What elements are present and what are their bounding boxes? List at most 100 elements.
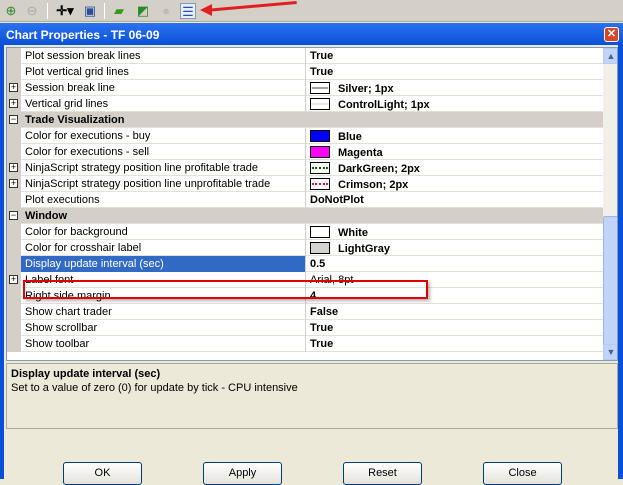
property-value-text: Blue: [338, 131, 362, 143]
expand-icon[interactable]: +: [9, 83, 18, 92]
close-button[interactable]: Close: [483, 462, 562, 485]
property-row[interactable]: Color for crosshair label LightGray: [7, 240, 603, 256]
property-value-text: True: [310, 322, 334, 334]
category-row[interactable]: − Window: [7, 208, 603, 224]
expand-icon[interactable]: +: [9, 179, 18, 188]
close-icon[interactable]: ✕: [604, 27, 619, 42]
property-name: NinjaScript strategy position line profi…: [21, 160, 306, 176]
row-gutter: [7, 304, 21, 320]
property-name: Show chart trader: [21, 304, 306, 320]
property-name: Plot session break lines: [21, 48, 306, 64]
highlight-annotation: [23, 280, 428, 299]
expand-icon[interactable]: +: [9, 99, 18, 108]
property-value-text: DarkGreen; 2px: [338, 163, 420, 175]
color-swatch-icon: [310, 98, 330, 110]
color-swatch-icon: [310, 226, 330, 238]
property-row[interactable]: Color for executions - sell Magenta: [7, 144, 603, 160]
color-swatch-icon: [310, 162, 330, 174]
property-row[interactable]: Show toolbar True: [7, 336, 603, 352]
row-gutter: −: [7, 208, 21, 224]
property-row[interactable]: + Session break line Silver; 1px: [7, 80, 603, 96]
row-gutter: [7, 144, 21, 160]
property-value[interactable]: True: [306, 48, 603, 64]
property-row[interactable]: Show scrollbar True: [7, 320, 603, 336]
dollar-icon[interactable]: ●: [158, 3, 174, 19]
reset-button[interactable]: Reset: [343, 462, 422, 485]
property-value[interactable]: Blue: [306, 128, 603, 144]
property-name: Vertical grid lines: [21, 96, 306, 112]
zoom-out-icon[interactable]: ⊖: [24, 3, 40, 19]
dialog-title: Chart Properties - TF 06-09: [0, 23, 623, 45]
toolbar-separator: [104, 3, 105, 19]
property-value[interactable]: ControlLight; 1px: [306, 96, 603, 112]
row-gutter: [7, 288, 21, 304]
row-gutter: [7, 336, 21, 352]
property-value[interactable]: True: [306, 320, 603, 336]
property-value-text: True: [310, 338, 334, 350]
row-gutter: [7, 240, 21, 256]
ok-button[interactable]: OK: [63, 462, 142, 485]
category-row[interactable]: − Trade Visualization: [7, 112, 603, 128]
property-value[interactable]: Silver; 1px: [306, 80, 603, 96]
property-row[interactable]: + NinjaScript strategy position line prof…: [7, 160, 603, 176]
property-value-text: True: [310, 66, 334, 78]
property-value[interactable]: White: [306, 224, 603, 240]
property-value[interactable]: False: [306, 304, 603, 320]
property-value[interactable]: LightGray: [306, 240, 603, 256]
property-row[interactable]: + Vertical grid lines ControlLight; 1px: [7, 96, 603, 112]
property-name: Trade Visualization: [25, 114, 125, 126]
scroll-down-icon[interactable]: ▼: [603, 344, 617, 360]
property-row[interactable]: + NinjaScript strategy position line unpr…: [7, 176, 603, 192]
property-value[interactable]: True: [306, 336, 603, 352]
apply-button[interactable]: Apply: [203, 462, 282, 485]
property-value-text: True: [310, 50, 334, 62]
property-value[interactable]: DarkGreen; 2px: [306, 160, 603, 176]
property-value-text: ControlLight; 1px: [338, 99, 430, 111]
property-row[interactable]: Color for background White: [7, 224, 603, 240]
toolbar-separator: [47, 3, 48, 19]
chart-icon[interactable]: ◩: [135, 3, 151, 19]
property-value[interactable]: Crimson; 2px: [306, 176, 603, 192]
property-value-text: 0.5: [310, 258, 326, 270]
zoom-box-icon[interactable]: ▣: [82, 3, 98, 19]
property-value-text: White: [338, 227, 368, 239]
color-swatch-icon: [310, 146, 330, 158]
property-name: Session break line: [21, 80, 306, 96]
property-row[interactable]: Display update interval (sec) 0.5: [7, 256, 603, 272]
annotation-arrow: [204, 0, 297, 12]
scrollbar[interactable]: ▲ ▼: [603, 48, 617, 360]
crosshair-icon[interactable]: ✛▾: [54, 3, 76, 19]
property-name: Display update interval (sec): [21, 256, 306, 272]
property-value[interactable]: True: [306, 64, 603, 80]
property-row[interactable]: Color for executions - buy Blue: [7, 128, 603, 144]
scrollbar-thumb[interactable]: [603, 216, 617, 346]
properties-icon[interactable]: ☰: [180, 3, 196, 19]
property-name: Color for background: [21, 224, 306, 240]
collapse-icon[interactable]: −: [9, 115, 18, 124]
property-grid: Plot session break lines True Plot vertica…: [6, 47, 618, 361]
collapse-icon[interactable]: −: [9, 211, 18, 220]
property-row[interactable]: Show chart trader False: [7, 304, 603, 320]
property-value[interactable]: 0.5: [306, 256, 603, 272]
row-gutter: +: [7, 272, 21, 288]
expand-icon[interactable]: +: [9, 163, 18, 172]
property-value-text: False: [310, 306, 339, 318]
property-name: Plot vertical grid lines: [21, 64, 306, 80]
property-row[interactable]: Plot vertical grid lines True: [7, 64, 603, 80]
description-panel: Display update interval (sec) Set to a v…: [6, 363, 618, 429]
property-name: Show toolbar: [21, 336, 306, 352]
property-value[interactable]: DoNotPlot: [306, 192, 603, 208]
property-row[interactable]: Plot executions DoNotPlot: [7, 192, 603, 208]
row-gutter: +: [7, 80, 21, 96]
scroll-up-icon[interactable]: ▲: [603, 48, 617, 64]
property-row[interactable]: Plot session break lines True: [7, 48, 603, 64]
property-value-text: Crimson; 2px: [338, 179, 409, 191]
property-value-text: LightGray: [338, 243, 390, 255]
property-value[interactable]: Magenta: [306, 144, 603, 160]
property-value-text: Magenta: [338, 147, 383, 159]
chart-properties-dialog: Chart Properties - TF 06-09 ✕ Plot sessi…: [0, 23, 623, 485]
description-title: Display update interval (sec): [11, 368, 161, 380]
expand-icon[interactable]: +: [9, 275, 18, 284]
zoom-in-icon[interactable]: ⊕: [3, 3, 19, 19]
money-icon[interactable]: ▰: [111, 3, 127, 19]
